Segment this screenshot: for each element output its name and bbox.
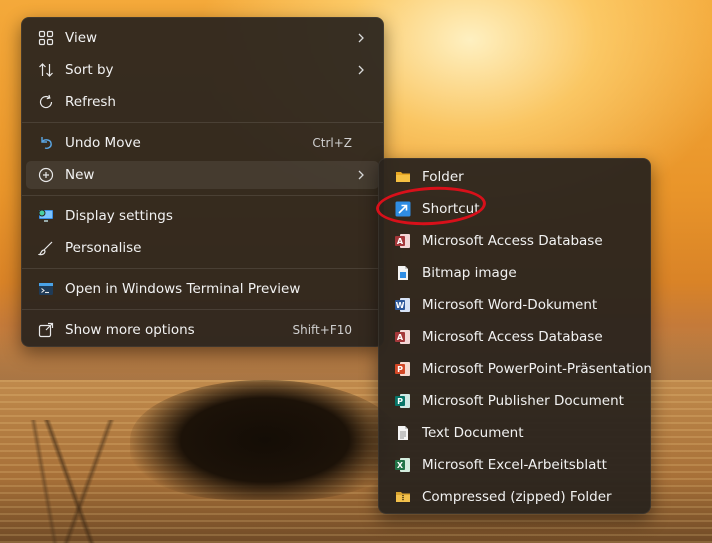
submenu-item-word-document[interactable]: W Microsoft Word-Dokument xyxy=(383,291,646,319)
menu-item-label: New xyxy=(65,167,95,183)
menu-item-view[interactable]: View xyxy=(26,24,379,52)
shortcut-shift-f10: Shift+F10 xyxy=(292,323,352,337)
menu-item-label: Undo Move xyxy=(65,135,141,151)
desktop-context-menu: View Sort by Refresh Undo Move Ctrl+Z Ne… xyxy=(21,17,384,347)
terminal-icon xyxy=(38,281,54,297)
menu-item-personalise[interactable]: Personalise xyxy=(26,234,379,262)
svg-text:W: W xyxy=(396,301,405,310)
wallpaper-trees xyxy=(130,380,400,500)
publisher-icon: P xyxy=(395,393,411,409)
menu-item-label: View xyxy=(65,30,98,46)
menu-item-undo-move[interactable]: Undo Move Ctrl+Z xyxy=(26,129,379,157)
menu-separator xyxy=(22,268,383,269)
submenu-item-label: Microsoft Word-Dokument xyxy=(422,297,598,313)
svg-text:A: A xyxy=(397,333,404,342)
menu-item-label: Show more options xyxy=(65,322,195,338)
zip-folder-icon xyxy=(395,489,411,505)
menu-separator xyxy=(22,122,383,123)
menu-item-label: Open in Windows Terminal Preview xyxy=(65,281,301,297)
submenu-item-label: Bitmap image xyxy=(422,265,517,281)
excel-icon: X xyxy=(395,457,411,473)
folder-icon xyxy=(395,169,411,185)
access-icon: A xyxy=(395,329,411,345)
menu-separator xyxy=(22,309,383,310)
sort-icon xyxy=(38,62,54,78)
submenu-item-label: Text Document xyxy=(422,425,524,441)
submenu-item-text-document[interactable]: Text Document xyxy=(383,419,646,447)
menu-item-label: Refresh xyxy=(65,94,116,110)
chevron-right-icon xyxy=(355,30,367,46)
submenu-item-label: Microsoft Access Database xyxy=(422,329,603,345)
submenu-item-powerpoint[interactable]: P Microsoft PowerPoint-Präsentation xyxy=(383,355,652,383)
menu-item-label: Sort by xyxy=(65,62,114,78)
brush-icon xyxy=(38,240,54,256)
grid-icon xyxy=(38,30,54,46)
chevron-right-icon xyxy=(355,62,367,78)
undo-icon xyxy=(38,135,54,151)
menu-item-label: Personalise xyxy=(65,240,142,256)
submenu-item-label: Microsoft Publisher Document xyxy=(422,393,624,409)
word-icon: W xyxy=(395,297,411,313)
refresh-icon xyxy=(38,94,54,110)
submenu-item-publisher[interactable]: P Microsoft Publisher Document xyxy=(383,387,646,415)
svg-text:P: P xyxy=(397,365,403,374)
menu-item-show-more-options[interactable]: Show more options Shift+F10 xyxy=(26,316,379,344)
chevron-right-icon xyxy=(355,167,367,183)
submenu-item-label: Folder xyxy=(422,169,464,185)
menu-item-refresh[interactable]: Refresh xyxy=(26,88,379,116)
submenu-item-bitmap-image[interactable]: Bitmap image xyxy=(383,259,646,287)
menu-item-new[interactable]: New xyxy=(26,161,379,189)
wallpaper-reeds xyxy=(0,420,150,543)
display-settings-icon xyxy=(38,208,54,224)
powerpoint-icon: P xyxy=(395,361,411,377)
submenu-item-zip-folder[interactable]: Compressed (zipped) Folder xyxy=(383,483,646,511)
submenu-item-label: Compressed (zipped) Folder xyxy=(422,489,612,505)
svg-text:X: X xyxy=(397,461,404,470)
plus-circle-icon xyxy=(38,167,54,183)
submenu-item-access-database-2[interactable]: A Microsoft Access Database xyxy=(383,323,646,351)
shortcut-ctrl-z: Ctrl+Z xyxy=(312,136,352,150)
submenu-item-label: Microsoft PowerPoint-Präsentation xyxy=(422,361,652,377)
submenu-item-access-database[interactable]: A Microsoft Access Database xyxy=(383,227,646,255)
submenu-item-excel[interactable]: X Microsoft Excel-Arbeitsblatt xyxy=(383,451,646,479)
menu-separator xyxy=(22,195,383,196)
submenu-item-label: Microsoft Access Database xyxy=(422,233,603,249)
menu-item-display-settings[interactable]: Display settings xyxy=(26,202,379,230)
submenu-item-label: Microsoft Excel-Arbeitsblatt xyxy=(422,457,607,473)
share-icon xyxy=(38,322,54,338)
svg-text:A: A xyxy=(397,237,404,246)
menu-item-sort-by[interactable]: Sort by xyxy=(26,56,379,84)
menu-item-open-terminal[interactable]: Open in Windows Terminal Preview xyxy=(26,275,379,303)
text-document-icon xyxy=(395,425,411,441)
svg-text:P: P xyxy=(397,397,403,406)
access-icon: A xyxy=(395,233,411,249)
bitmap-icon xyxy=(395,265,411,281)
menu-item-label: Display settings xyxy=(65,208,173,224)
